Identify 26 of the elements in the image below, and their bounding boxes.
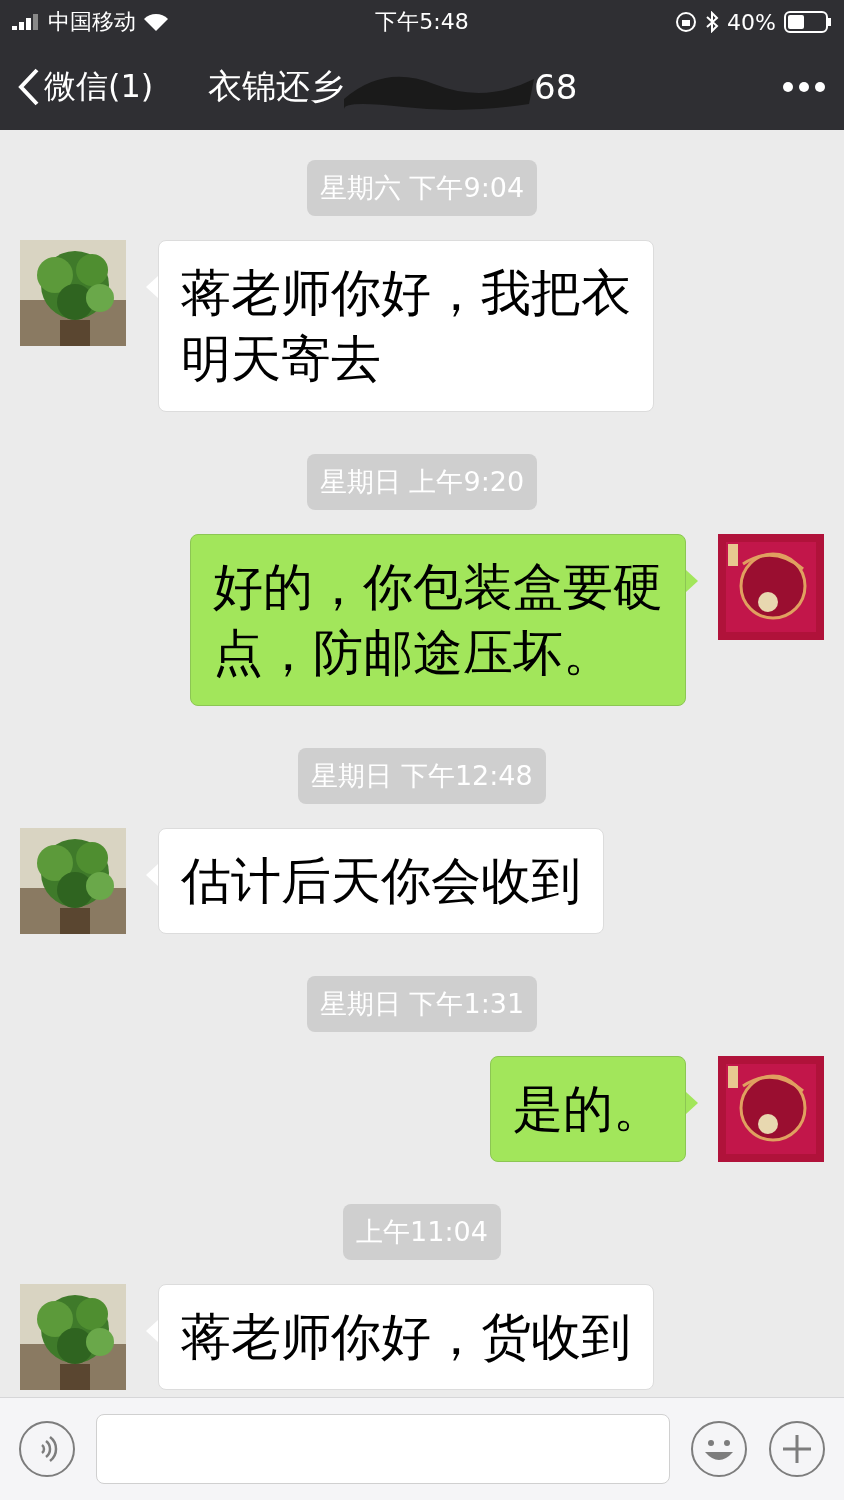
chat-title-end: 68 — [534, 67, 578, 107]
message-bubble: 是的。 — [490, 1056, 686, 1162]
message-input[interactable] — [96, 1414, 670, 1484]
wifi-icon — [142, 12, 170, 32]
emoji-icon[interactable] — [690, 1420, 748, 1478]
plus-icon[interactable] — [768, 1420, 826, 1478]
bubble-tail — [146, 276, 158, 298]
chat-title: 衣锦还乡 — [208, 65, 344, 108]
carrier-name: 中国移动 — [48, 8, 136, 36]
bubble-tail — [686, 570, 698, 592]
battery-percent: 40% — [727, 9, 776, 35]
rotation-lock-icon — [675, 11, 698, 33]
bluetooth-icon — [705, 11, 720, 33]
bubble-tail — [686, 1092, 698, 1114]
back-link[interactable]: 微信(1) — [18, 65, 208, 109]
clock-time: 下午5:48 — [375, 8, 469, 36]
voice-icon[interactable] — [18, 1420, 76, 1478]
message-bubble: 估计后天你会收到 — [158, 828, 604, 934]
more-icon[interactable] — [782, 81, 826, 93]
bubble-tail — [146, 1320, 158, 1342]
bubble-tail — [146, 864, 158, 886]
battery-icon — [784, 11, 832, 33]
message-bubble: 蒋老师你好，货收到 — [158, 1284, 654, 1390]
message-bubble: 蒋老师你好，我把衣明天寄去 — [158, 240, 654, 412]
back-chevron-icon — [18, 68, 40, 106]
message-bubble: 好的，你包装盒要硬点，防邮途压坏。 — [190, 534, 686, 706]
